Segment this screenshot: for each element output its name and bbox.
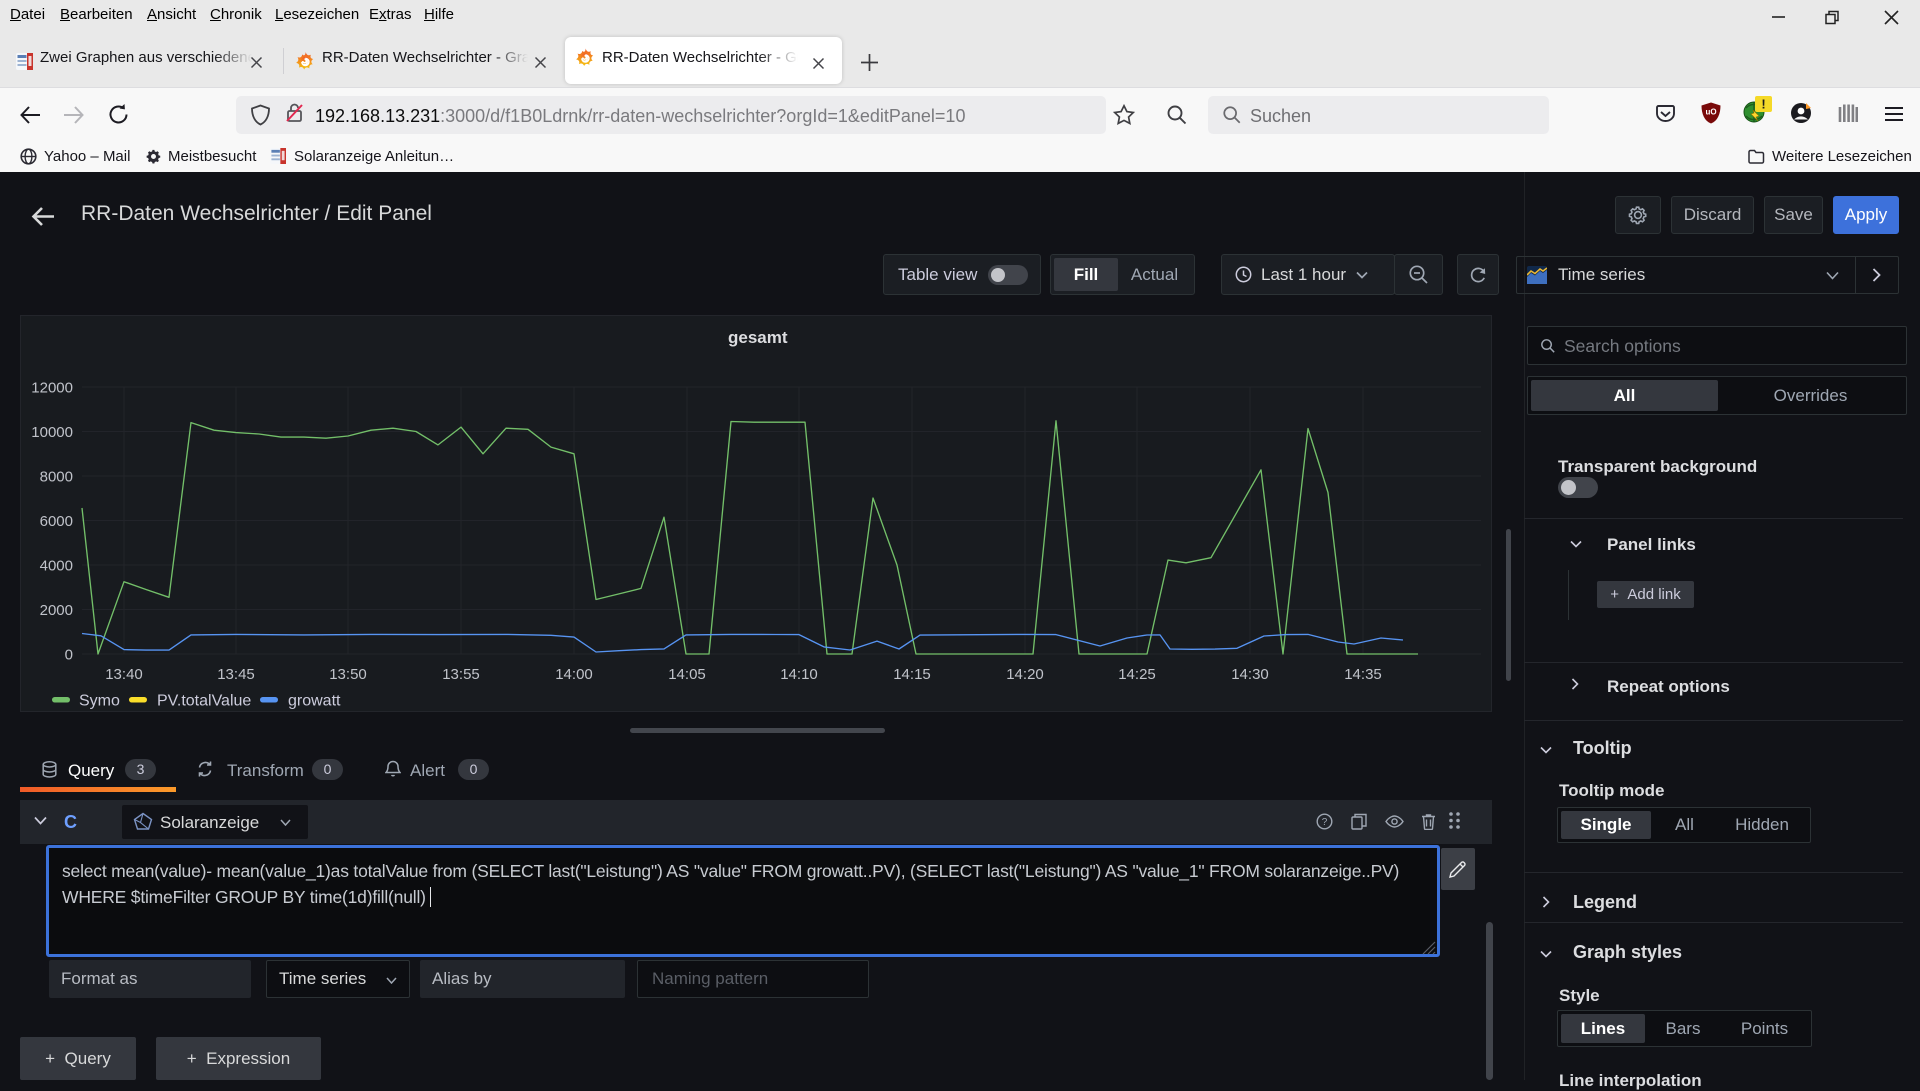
svg-text:growatt: growatt: [288, 693, 341, 710]
svg-text:13:40: 13:40: [105, 666, 143, 683]
svg-text:PV.totalValue: PV.totalValue: [157, 693, 251, 710]
svg-text:14:05: 14:05: [668, 666, 706, 683]
svg-text:13:50: 13:50: [329, 666, 367, 683]
svg-text:uO: uO: [1705, 108, 1716, 117]
svg-text:13:55: 13:55: [442, 666, 480, 683]
svg-text:Symo: Symo: [79, 693, 120, 710]
svg-text:13:45: 13:45: [217, 666, 255, 683]
svg-text:14:10: 14:10: [780, 666, 818, 683]
svg-text:8000: 8000: [40, 469, 73, 486]
svg-text:14:30: 14:30: [1231, 666, 1269, 683]
svg-text:14:35: 14:35: [1344, 666, 1382, 683]
svg-text:14:20: 14:20: [1006, 666, 1044, 683]
svg-text:?: ?: [1322, 817, 1328, 828]
svg-text:14:25: 14:25: [1118, 666, 1156, 683]
svg-text:2000: 2000: [40, 602, 73, 619]
svg-text:14:15: 14:15: [893, 666, 931, 683]
svg-text:!: !: [1761, 97, 1765, 112]
svg-text:6000: 6000: [40, 513, 73, 530]
svg-text:12000: 12000: [31, 380, 73, 397]
svg-text:14:00: 14:00: [555, 666, 593, 683]
svg-text:4000: 4000: [40, 558, 73, 575]
svg-text:10000: 10000: [31, 424, 73, 441]
svg-text:0: 0: [65, 647, 73, 664]
